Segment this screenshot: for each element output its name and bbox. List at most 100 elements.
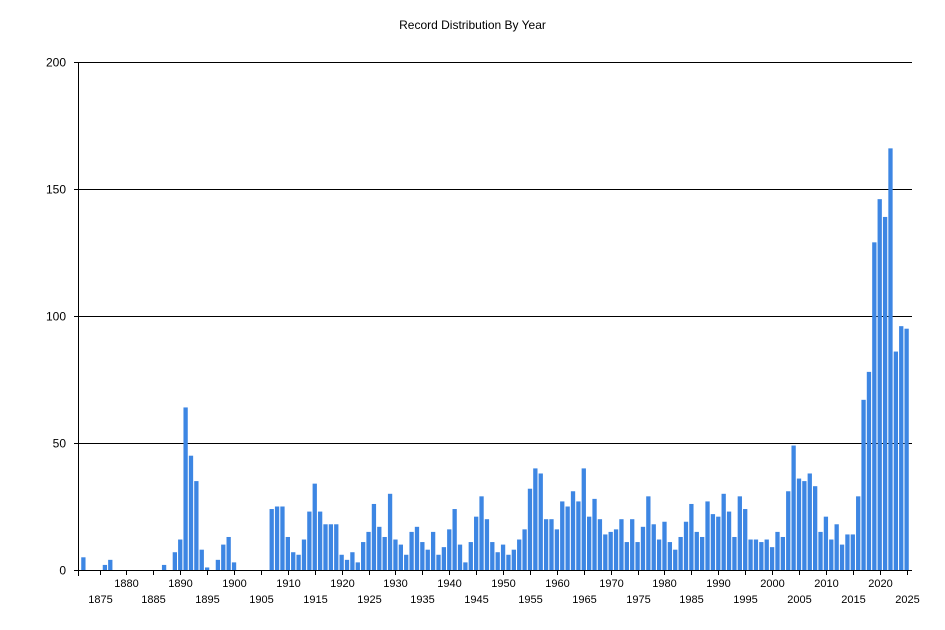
y-tick-label: 0: [59, 564, 66, 578]
bar-2000: [769, 547, 775, 570]
bar-2008: [813, 486, 818, 570]
bar-1988: [705, 501, 710, 570]
bar-chart: 0 50 100 150 200 1875188018851890189519001905…: [46, 56, 920, 607]
bar-1983: [678, 536, 683, 570]
bar-1946: [479, 496, 484, 570]
bar-1927: [377, 526, 382, 570]
bar-1956: [533, 468, 538, 570]
bar-1953: [517, 539, 522, 570]
bar-1986: [694, 531, 699, 570]
bar-1976: [640, 526, 646, 570]
bar-1948: [490, 542, 495, 570]
bar-1989: [710, 514, 716, 570]
bar-1987: [700, 536, 705, 570]
x-tick-label: 1880: [114, 578, 138, 590]
bar-1887: [161, 564, 167, 570]
bar-1893: [194, 481, 199, 570]
bar-1872: [81, 557, 86, 570]
bar-1980: [662, 521, 667, 570]
bar-1921: [344, 559, 350, 570]
bar-1947: [484, 519, 490, 570]
bar-1938: [436, 554, 441, 570]
bar-2022: [888, 148, 893, 571]
bar-1925: [366, 531, 371, 570]
bar-1966: [587, 516, 592, 570]
bar-1911: [291, 552, 296, 570]
bar-1924: [361, 542, 366, 570]
x-tick-label: 1925: [357, 594, 381, 606]
bar-1968: [597, 519, 603, 570]
bar-1955: [527, 488, 533, 570]
bar-2003: [786, 491, 791, 570]
bar-1961: [560, 501, 565, 570]
bar-2014: [845, 534, 850, 570]
x-tick-label: 1995: [733, 594, 757, 606]
bars: [81, 148, 909, 571]
bar-2005: [796, 478, 802, 570]
bar-2009: [818, 531, 823, 570]
bar-1950: [500, 544, 506, 570]
bar-2013: [839, 544, 845, 570]
bar-2012: [834, 524, 839, 570]
bar-1982: [673, 549, 678, 570]
x-tick-label: 1950: [491, 578, 515, 590]
bar-1917: [323, 524, 328, 570]
bar-1900: [231, 562, 237, 570]
bar-1964: [576, 501, 581, 570]
bar-2015: [850, 534, 855, 570]
bar-1912: [296, 554, 301, 570]
bar-1992: [726, 511, 732, 570]
x-tick-label: 1895: [195, 594, 219, 606]
bar-1996: [748, 539, 753, 570]
bar-1914: [307, 511, 312, 570]
bar-2019: [872, 242, 877, 570]
bar-1934: [414, 526, 420, 570]
bar-2025: [904, 328, 909, 570]
x-tick-label: 1885: [141, 594, 165, 606]
bar-1959: [549, 519, 554, 570]
bar-1957: [538, 473, 543, 570]
bar-1958: [543, 519, 549, 570]
x-tick-label: 1960: [545, 578, 569, 590]
bar-1899: [226, 536, 231, 570]
bar-1877: [108, 559, 113, 570]
bar-1994: [737, 496, 742, 570]
bar-1954: [522, 529, 527, 570]
bar-1897: [215, 559, 221, 570]
x-tick-label: 2025: [895, 594, 919, 606]
bar-1985: [689, 503, 694, 570]
bar-1895: [204, 567, 210, 570]
y-tick-label: 100: [46, 310, 66, 324]
bar-1909: [280, 506, 285, 570]
bar-1928: [382, 536, 387, 570]
bar-1972: [619, 519, 624, 570]
bar-2021: [882, 216, 888, 570]
x-tick-label: 1940: [437, 578, 461, 590]
bar-1993: [732, 536, 737, 570]
bar-1979: [656, 539, 662, 570]
x-tick-label: 2020: [868, 578, 892, 590]
bar-1990: [716, 516, 721, 570]
bar-1920: [339, 554, 344, 570]
bar-1977: [646, 496, 651, 570]
bar-1892: [188, 455, 194, 570]
x-tick-label: 1890: [168, 578, 192, 590]
bar-1962: [565, 506, 570, 570]
bar-1997: [753, 539, 759, 570]
bar-1999: [764, 539, 769, 570]
bar-2020: [877, 199, 882, 570]
bar-1949: [495, 552, 500, 570]
bar-2017: [861, 399, 866, 570]
bar-1944: [468, 542, 473, 570]
bar-1935: [420, 542, 425, 570]
bar-1894: [199, 549, 204, 570]
x-tick-label: 2000: [760, 578, 784, 590]
x-tick-label: 2010: [814, 578, 838, 590]
bar-1943: [463, 562, 468, 570]
bar-1926: [371, 503, 377, 570]
x-tick-label: 1905: [249, 594, 273, 606]
x-tick-label: 1965: [572, 594, 596, 606]
x-tick-label: 1975: [626, 594, 650, 606]
x-tick-label: 1920: [330, 578, 354, 590]
bar-1970: [608, 531, 613, 570]
